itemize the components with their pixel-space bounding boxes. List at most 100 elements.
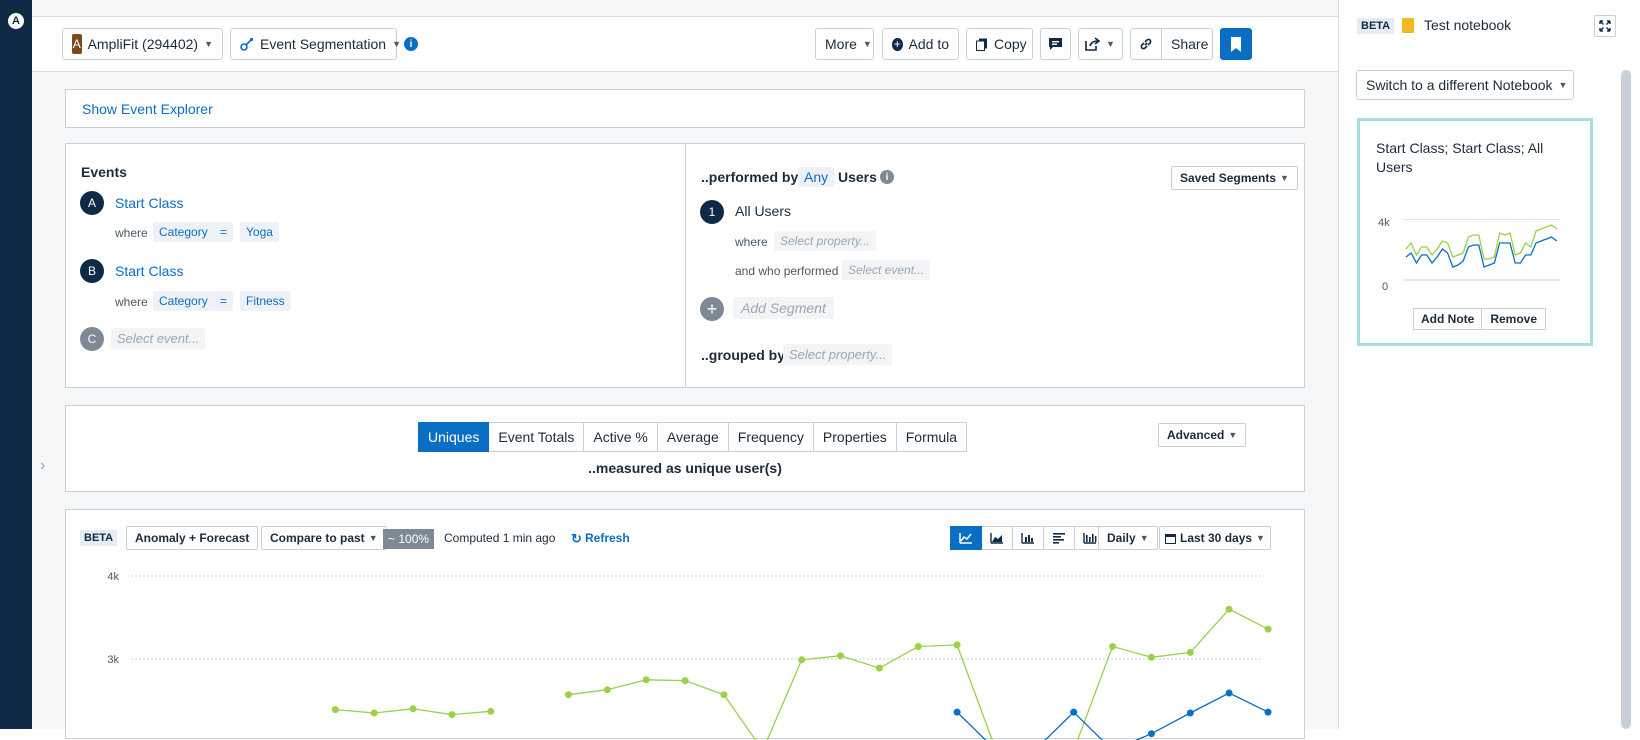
line-chart-icon[interactable] [950,526,982,550]
anomaly-forecast-button[interactable]: Anomaly + Forecast [126,526,259,550]
series-point[interactable] [837,652,844,660]
event-a-name[interactable]: Start Class [115,195,183,211]
chart-type-selector[interactable]: Event Segmentation ▼ [230,28,401,60]
event-a-operator[interactable]: = [214,222,234,242]
event-b-value[interactable]: Fitness [240,291,291,311]
interval-selector[interactable]: Daily ▼ [1098,526,1158,550]
show-event-explorer-link[interactable]: Show Event Explorer [82,101,213,117]
export-icon [1085,37,1100,51]
any-selector[interactable]: Any [798,167,835,187]
chevron-down-icon: ▼ [1280,173,1289,183]
event-explorer-bar[interactable]: Show Event Explorer [65,89,1305,128]
series-point[interactable] [487,707,495,715]
add-segment-plus-icon[interactable]: + [700,297,724,321]
tab-active[interactable]: Active % [584,422,658,452]
series-point[interactable] [953,708,961,716]
series-point[interactable] [1109,643,1117,650]
series-point[interactable] [875,664,883,672]
series-point[interactable] [370,709,378,717]
series-point[interactable] [1264,708,1272,716]
advanced-button[interactable]: Advanced ▼ [1158,423,1247,447]
expand-icon[interactable] [1594,15,1616,37]
series-point[interactable] [1186,709,1194,717]
series-point[interactable] [565,691,572,699]
notebook-chart-card[interactable]: Start Class; Start Class; All Users 4k 0… [1357,118,1593,346]
export-button[interactable]: ▼ [1078,28,1123,60]
series-point[interactable] [1070,708,1078,716]
segment-name[interactable]: All Users [735,203,791,219]
bookmark-button[interactable] [1220,28,1252,60]
horizontal-bar-icon[interactable] [1044,526,1075,550]
event-a-property[interactable]: Category [153,222,214,242]
add-to-label: Add to [908,36,949,52]
plus-circle-icon: + [892,36,903,51]
chevron-down-icon: ▼ [368,533,378,543]
comment-button[interactable] [1040,28,1071,60]
event-a-value[interactable]: Yoga [240,222,279,242]
link-button[interactable] [1130,28,1162,60]
share-button[interactable]: Share [1161,28,1213,60]
beta-badge: BETA [80,530,118,546]
series-point[interactable] [448,711,456,719]
series-point[interactable] [798,656,806,664]
chevron-down-icon: ▼ [1558,80,1568,90]
series-point[interactable] [1264,625,1272,633]
chevron-down-icon: ▼ [204,39,213,49]
series-point[interactable] [1225,605,1233,613]
tab-uniques[interactable]: Uniques [418,422,490,452]
refresh-link[interactable]: Refresh [585,531,630,545]
series-point[interactable] [720,691,728,699]
copy-button[interactable]: Copy [966,28,1033,60]
date-range-selector[interactable]: Last 30 days ▼ [1159,526,1271,550]
tab-event-totals[interactable]: Event Totals [489,422,585,452]
who-performed-input[interactable]: Select event... [842,260,931,280]
series-point[interactable] [1147,653,1155,661]
remove-button[interactable]: Remove [1482,308,1547,330]
project-selector[interactable]: A AmpliFit (294402) ▼ [62,28,223,60]
segment-property-input[interactable]: Select property... [774,231,876,251]
saved-segments-button[interactable]: Saved Segments ▼ [1171,166,1298,190]
event-b-name[interactable]: Start Class [115,263,183,279]
info-icon[interactable]: i [880,170,894,184]
tab-properties[interactable]: Properties [813,422,897,452]
event-b-operator[interactable]: = [214,291,234,311]
chart-type-label: Event Segmentation [260,36,387,52]
bar-chart-icon[interactable] [1013,526,1044,550]
refresh-icon[interactable]: ↻ [571,531,582,547]
chevron-right-icon[interactable]: › [40,457,45,475]
scrollbar[interactable] [1621,70,1631,729]
add-to-button[interactable]: + Add to [882,28,959,60]
tab-frequency[interactable]: Frequency [728,422,814,452]
event-b-property[interactable]: Category [153,291,214,311]
grouped-by-input[interactable]: Select property... [783,344,893,365]
area-chart-icon[interactable] [982,526,1013,550]
series-point[interactable] [1225,689,1233,697]
compare-to-past-button[interactable]: Compare to past ▼ [261,526,387,550]
series-point[interactable] [1147,730,1155,738]
more-button[interactable]: More ▼ [815,28,874,60]
series-point[interactable] [642,676,650,684]
notebook-card-title: Start Class; Start Class; All Users [1376,140,1544,175]
series-point[interactable] [914,643,922,650]
info-icon[interactable]: i [404,37,418,51]
series-point[interactable] [603,686,611,694]
segmentation-icon [240,37,254,51]
add-note-button[interactable]: Add Note [1413,308,1483,330]
left-nav-rail: A [0,0,32,729]
notebook-beta-badge: BETA [1357,18,1395,34]
y-tick-label: 3k [107,654,119,666]
select-event-input[interactable]: Select event... [111,328,206,349]
amplitude-logo-icon[interactable]: A [8,13,24,29]
series-point[interactable] [953,641,961,649]
series-point[interactable] [1186,648,1194,656]
switch-notebook-button[interactable]: Switch to a different Notebook ▼ [1356,70,1574,100]
compare-label: Compare to past [270,531,365,545]
series-point[interactable] [409,705,417,713]
add-segment-button[interactable]: Add Segment [733,297,834,319]
series-point[interactable] [331,706,339,714]
tab-formula[interactable]: Formula [896,422,968,452]
mini-ytick-4k: 4k [1378,217,1390,229]
series-point[interactable] [681,677,689,685]
tab-average[interactable]: Average [657,422,729,452]
measure-caption: ..measured as unique user(s) [588,460,782,476]
